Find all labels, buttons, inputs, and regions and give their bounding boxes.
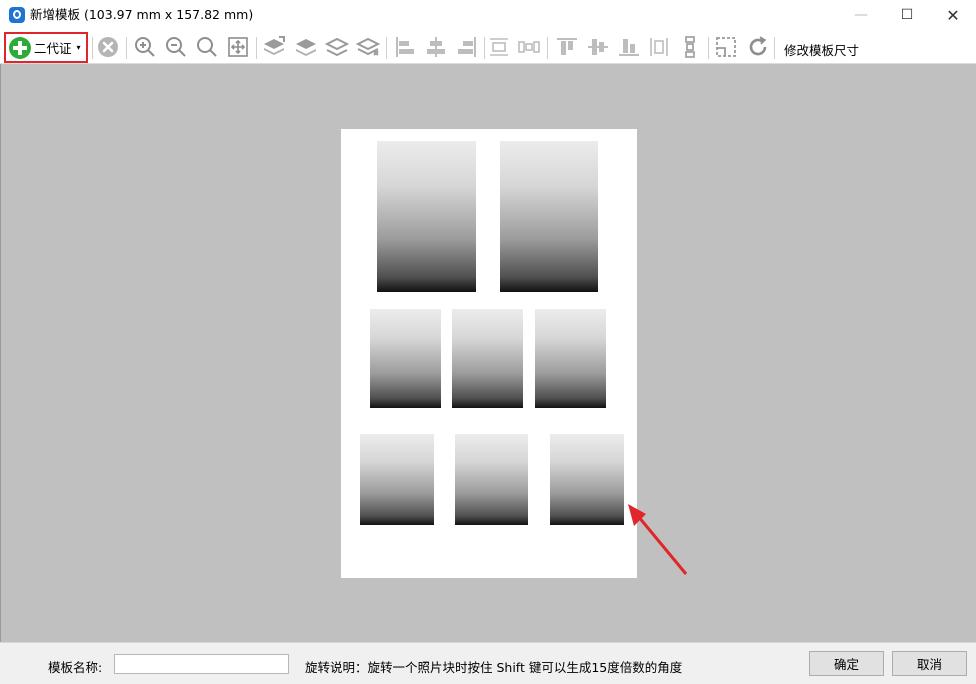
- title-bar: 新增模板 (103.97 mm x 157.82 mm) — ☐ ✕: [0, 0, 976, 30]
- template-name-input[interactable]: [114, 654, 289, 674]
- design-canvas[interactable]: [0, 64, 976, 642]
- toolbar-separator: [256, 37, 257, 59]
- bring-forward-icon[interactable]: [294, 35, 318, 59]
- resize-template-button[interactable]: 修改模板尺寸: [784, 40, 859, 59]
- chevron-down-icon: ▾: [76, 43, 81, 52]
- toolbar-separator: [774, 37, 775, 59]
- photo-slot[interactable]: [377, 141, 476, 292]
- photo-slot[interactable]: [452, 309, 523, 408]
- send-backward-icon[interactable]: [325, 35, 349, 59]
- template-type-label: 二代证: [34, 41, 72, 56]
- zoom-actual-icon[interactable]: [195, 35, 219, 59]
- toolbar-separator: [484, 37, 485, 59]
- rotate-hint-text: 旋转说明：旋转一个照片块时按住 Shift 键可以生成15度倍数的角度: [305, 660, 683, 675]
- toolbar-separator: [708, 37, 709, 59]
- cancel-button[interactable]: 取消: [892, 651, 967, 676]
- toolbar-separator: [92, 37, 93, 59]
- bring-to-front-icon[interactable]: [262, 35, 286, 59]
- align-center-icon[interactable]: [424, 35, 448, 59]
- photo-slot[interactable]: [370, 309, 441, 408]
- toolbar-separator: [386, 37, 387, 59]
- photo-slot[interactable]: [535, 309, 606, 408]
- delete-icon[interactable]: [96, 35, 120, 59]
- maximize-button[interactable]: ☐: [884, 0, 930, 30]
- fit-page-icon[interactable]: [226, 35, 250, 59]
- align-right-icon[interactable]: [455, 35, 479, 59]
- minimize-button[interactable]: —: [838, 0, 884, 30]
- rotate-icon[interactable]: [746, 35, 770, 59]
- window-title: 新增模板 (103.97 mm x 157.82 mm): [30, 7, 254, 22]
- align-bottom-icon[interactable]: [617, 35, 641, 59]
- align-middle-icon[interactable]: [586, 35, 610, 59]
- template-name-label: 模板名称:: [48, 660, 103, 675]
- annotation-arrow-icon: [628, 504, 688, 575]
- photo-slot[interactable]: [550, 434, 624, 525]
- toolbar-separator: [547, 37, 548, 59]
- photo-slot[interactable]: [455, 434, 528, 525]
- confirm-button[interactable]: 确定: [809, 651, 884, 676]
- distribute-vertical-icon[interactable]: [647, 35, 671, 59]
- close-button[interactable]: ✕: [930, 0, 976, 30]
- center-horizontal-icon[interactable]: [517, 35, 541, 59]
- crop-icon[interactable]: [714, 35, 738, 59]
- send-to-back-icon[interactable]: [356, 35, 380, 59]
- photo-slot[interactable]: [360, 434, 434, 525]
- template-type-dropdown[interactable]: 二代证 ▾: [4, 32, 88, 63]
- zoom-out-icon[interactable]: [164, 35, 188, 59]
- app-icon: [9, 7, 25, 23]
- template-paper[interactable]: [341, 129, 637, 578]
- zoom-in-icon[interactable]: [133, 35, 157, 59]
- center-vertical-icon[interactable]: [678, 35, 702, 59]
- add-icon: [9, 36, 31, 59]
- toolbar-separator: [126, 37, 127, 59]
- distribute-horizontal-icon[interactable]: [487, 35, 511, 59]
- align-top-icon[interactable]: [555, 35, 579, 59]
- footer-bar: 模板名称: 旋转说明：旋转一个照片块时按住 Shift 键可以生成15度倍数的角…: [0, 642, 976, 684]
- align-left-icon[interactable]: [393, 35, 417, 59]
- photo-slot[interactable]: [500, 141, 598, 292]
